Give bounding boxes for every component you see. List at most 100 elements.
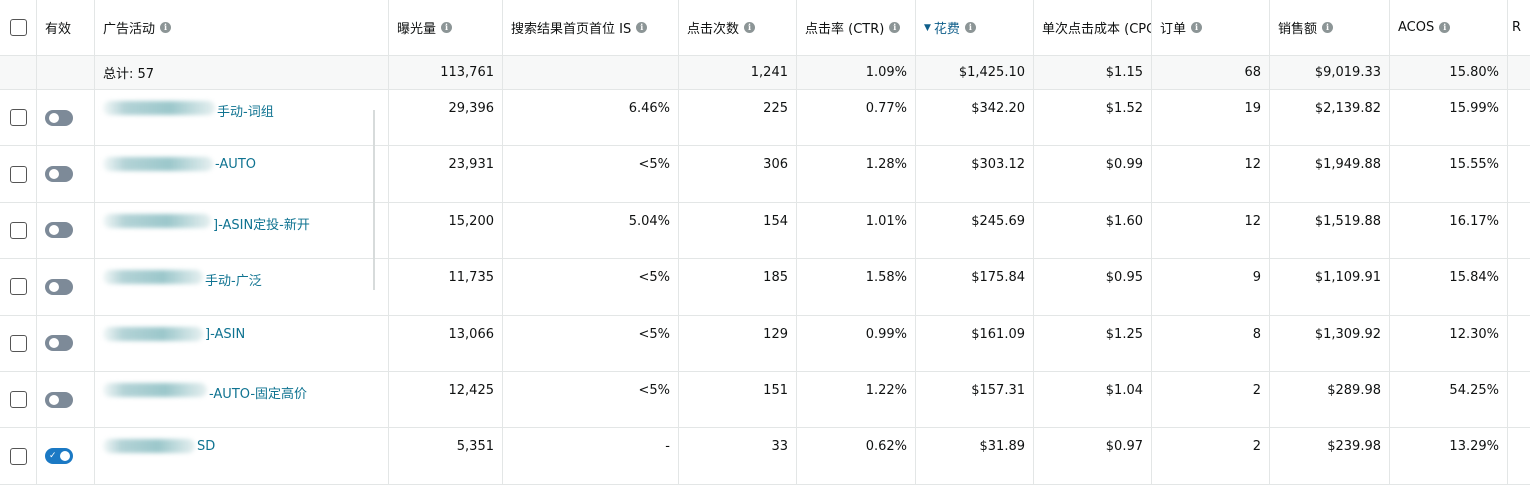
table-header-row: 有效 广告活动 i 曝光量 i 搜索结果首页首位 IS i 点击次数 i 点击率 (CT… xyxy=(0,0,1530,56)
info-icon[interactable]: i xyxy=(1322,22,1334,33)
row-toggle-cell xyxy=(37,259,95,315)
row-clicks: 129 xyxy=(679,315,797,371)
header-ctr[interactable]: 点击率 (CTR) i xyxy=(797,0,916,55)
totals-orders: 68 xyxy=(1152,56,1270,89)
header-acos-label: ACOS xyxy=(1398,20,1435,35)
campaign-name-link[interactable]: SD xyxy=(197,439,215,454)
row-orders: 8 xyxy=(1152,315,1270,371)
campaign-name-link[interactable]: -AUTO xyxy=(215,157,256,172)
campaign-name-link[interactable]: ]-ASIN定投-新开 xyxy=(213,214,310,233)
row-ctr: 1.58% xyxy=(797,259,916,315)
enabled-toggle[interactable] xyxy=(45,335,73,352)
row-checkbox[interactable] xyxy=(9,278,27,296)
row-orders: 12 xyxy=(1152,146,1270,202)
row-sales: $1,309.92 xyxy=(1270,315,1390,371)
header-ctr-label: 点击率 (CTR) xyxy=(805,22,885,37)
info-icon[interactable]: i xyxy=(1191,22,1203,33)
row-sales: $289.98 xyxy=(1270,372,1390,428)
row-clicks: 225 xyxy=(679,90,797,146)
enabled-toggle[interactable] xyxy=(45,391,73,408)
header-spend[interactable]: ▼ 花费 i xyxy=(916,0,1034,55)
enabled-toggle[interactable] xyxy=(45,278,73,295)
header-extra[interactable]: R xyxy=(1508,0,1530,55)
header-enabled[interactable]: 有效 xyxy=(37,0,95,55)
campaign-name-cell: ]-ASIN定投-新开 xyxy=(95,202,389,259)
header-acos[interactable]: ACOS i xyxy=(1390,0,1508,55)
row-extra xyxy=(1508,428,1530,483)
header-cpc[interactable]: 单次点击成本 (CPC xyxy=(1034,0,1152,55)
campaign-name-link[interactable]: ]-ASIN xyxy=(205,327,245,342)
campaign-name-link[interactable]: 手动-广泛 xyxy=(205,270,262,289)
toggle-knob xyxy=(49,338,59,349)
check-icon: ✓ xyxy=(49,451,57,462)
info-icon[interactable]: i xyxy=(160,22,172,33)
header-impressions[interactable]: 曝光量 i xyxy=(389,0,503,55)
enabled-toggle[interactable]: ✓ xyxy=(45,448,73,465)
header-campaign[interactable]: 广告活动 i xyxy=(95,0,389,55)
totals-spend: $1,425.10 xyxy=(916,56,1034,89)
info-icon[interactable]: i xyxy=(964,22,976,33)
row-acos: 54.25% xyxy=(1390,372,1508,428)
row-orders: 12 xyxy=(1152,202,1270,259)
row-extra xyxy=(1508,372,1530,427)
redacted-name-blur xyxy=(103,101,215,115)
totals-acos: 15.80% xyxy=(1390,56,1508,89)
row-cpc: $1.04 xyxy=(1034,372,1152,428)
totals-ctr: 1.09% xyxy=(797,56,916,89)
row-impressions: 13,066 xyxy=(389,315,503,371)
info-icon[interactable]: i xyxy=(889,22,901,33)
row-check-cell xyxy=(0,428,37,484)
column-scrollbar[interactable] xyxy=(373,110,375,290)
row-extra xyxy=(1508,259,1530,314)
header-sales-label: 销售额 xyxy=(1278,22,1318,37)
header-extra-label: R xyxy=(1512,20,1522,35)
row-checkbox[interactable] xyxy=(9,221,27,239)
row-ctr: 0.77% xyxy=(797,90,916,146)
row-checkbox[interactable] xyxy=(9,334,27,352)
enabled-toggle[interactable] xyxy=(45,109,73,126)
campaign-name-cell: -AUTO xyxy=(95,146,389,202)
row-impressions: 11,735 xyxy=(389,259,503,315)
row-acos: 15.84% xyxy=(1390,259,1508,315)
row-ctr: 0.62% xyxy=(797,428,916,484)
row-acos: 16.17% xyxy=(1390,202,1508,259)
header-sales[interactable]: 销售额 i xyxy=(1270,0,1390,55)
info-icon[interactable]: i xyxy=(1439,22,1451,33)
row-check-cell xyxy=(0,90,37,146)
row-acos: 12.30% xyxy=(1390,315,1508,371)
info-icon[interactable]: i xyxy=(441,22,453,33)
row-clicks: 151 xyxy=(679,372,797,428)
header-clicks[interactable]: 点击次数 i xyxy=(679,0,797,55)
campaign-name-link[interactable]: 手动-词组 xyxy=(217,101,274,120)
totals-toggle-cell xyxy=(37,56,95,89)
header-top-of-search-is[interactable]: 搜索结果首页首位 IS i xyxy=(503,0,679,55)
info-icon[interactable]: i xyxy=(636,22,648,33)
campaign-table: 有效 广告活动 i 曝光量 i 搜索结果首页首位 IS i 点击次数 i 点击率 (CT… xyxy=(0,0,1530,485)
table-row: 手动-广泛 11,735 <5% 185 1.58% $175.84 $0.95… xyxy=(0,259,1530,316)
row-top-of-search-is: 5.04% xyxy=(503,202,679,259)
totals-sales: $9,019.33 xyxy=(1270,56,1390,89)
row-checkbox[interactable] xyxy=(9,391,27,409)
row-checkbox[interactable] xyxy=(9,165,27,183)
row-orders: 9 xyxy=(1152,259,1270,315)
row-check-cell xyxy=(0,315,37,371)
campaign-name-link[interactable]: -AUTO-固定高价 xyxy=(209,383,307,402)
row-checkbox[interactable] xyxy=(9,109,27,127)
header-impressions-label: 曝光量 xyxy=(397,22,437,37)
header-select-all-cell xyxy=(0,0,37,55)
totals-row: 总计: 57 113,761 1,241 1.09% $1,425.10 $1.… xyxy=(0,56,1530,90)
row-orders: 19 xyxy=(1152,90,1270,146)
info-icon[interactable]: i xyxy=(744,22,756,33)
enabled-toggle[interactable] xyxy=(45,222,73,239)
row-acos: 15.55% xyxy=(1390,146,1508,202)
row-sales: $1,519.88 xyxy=(1270,202,1390,259)
row-toggle-cell xyxy=(37,372,95,428)
totals-clicks: 1,241 xyxy=(679,56,797,89)
row-checkbox[interactable] xyxy=(9,447,27,465)
header-orders[interactable]: 订单 i xyxy=(1152,0,1270,55)
row-spend: $161.09 xyxy=(916,315,1034,371)
row-toggle-cell xyxy=(37,202,95,259)
row-spend: $245.69 xyxy=(916,202,1034,259)
enabled-toggle[interactable] xyxy=(45,166,73,183)
select-all-checkbox[interactable] xyxy=(9,19,27,36)
